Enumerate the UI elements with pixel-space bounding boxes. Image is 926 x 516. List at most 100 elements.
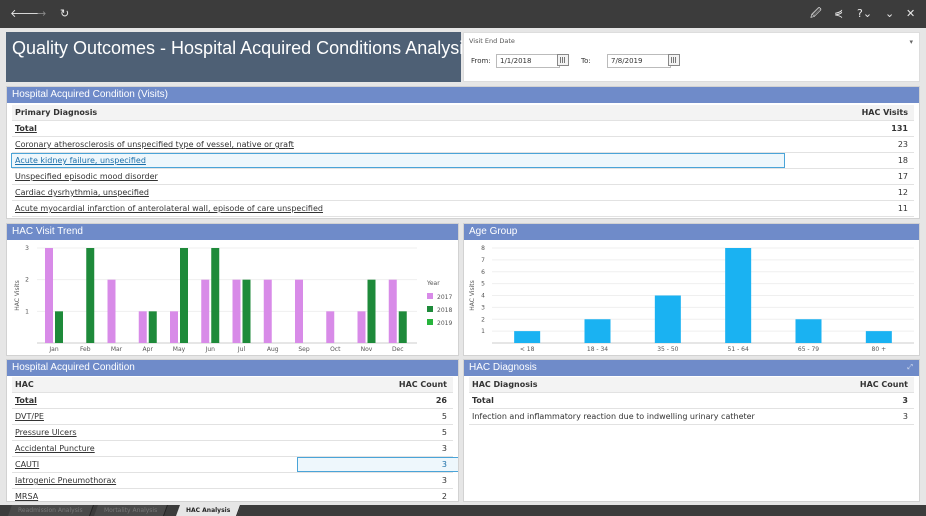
bar-2017 <box>232 279 241 343</box>
hac-link[interactable]: Iatrogenic Pneumothorax <box>15 473 116 488</box>
age-panel: Age Group 1 2 3 4 5 6 7 8 HAC Visits < 18 18 - 34 3… <box>463 223 920 356</box>
from-date-input[interactable] <box>496 54 560 68</box>
table-row[interactable]: Unspecified episodic mood disorder 17 <box>12 169 914 185</box>
total-row: Total 131 <box>12 121 914 137</box>
panel-header: HAC Diagnosis <box>464 360 919 376</box>
y-tick-label: 2 <box>25 277 29 284</box>
diagnosis-link[interactable]: Acute myocardial infarction of anterolat… <box>15 201 323 216</box>
col-hac-count: HAC Count <box>859 380 908 389</box>
tab-label: Mortality Analysis <box>104 507 158 514</box>
table-row[interactable]: Infection and inflammatory reaction due … <box>469 409 914 425</box>
bar-2017 <box>357 311 366 343</box>
col-hac: HAC <box>15 380 34 389</box>
y-tick-label: 5 <box>481 281 485 288</box>
panel-header: HAC Visit Trend <box>7 224 458 240</box>
arrow-right-icon[interactable]: → <box>37 7 46 21</box>
hac-count-value: 3 <box>441 476 447 485</box>
x-tick-label: Jul <box>237 346 246 353</box>
diagnosis-link[interactable]: Unspecified episodic mood disorder <box>15 169 158 184</box>
x-tick-label: 51 - 64 <box>728 346 749 353</box>
col-hac-diagnosis: HAC Diagnosis <box>472 380 538 389</box>
hac-panel: Hospital Acquired Condition HAC HAC Coun… <box>6 359 459 502</box>
calendar-icon[interactable] <box>668 54 680 66</box>
hac-link[interactable]: CAUTI <box>15 457 39 472</box>
hac-count-value: 5 <box>441 428 447 437</box>
col-hac-visits: HAC Visits <box>861 108 908 117</box>
x-tick-label: < 18 <box>520 346 535 353</box>
bar-2017 <box>263 279 272 343</box>
hac-link[interactable]: Pressure Ulcers <box>15 425 77 440</box>
bar-2017 <box>201 279 210 343</box>
y-tick-label: 3 <box>481 304 485 311</box>
calendar-icon[interactable] <box>557 54 569 66</box>
legend-label: 2018 <box>437 307 452 314</box>
expand-icon[interactable]: ⤢ <box>907 363 913 372</box>
bar-age <box>584 319 611 343</box>
bar-2017 <box>138 311 147 343</box>
share-icon[interactable]: ⋞ <box>834 7 843 21</box>
table-row[interactable]: Cardiac dysrhythmia, unspecified 12 <box>12 185 914 201</box>
table-row[interactable]: Acute kidney failure, unspecified 18 <box>12 153 914 169</box>
to-label: To: <box>581 57 591 65</box>
bar-2017 <box>326 311 335 343</box>
visits-value: 18 <box>897 156 908 165</box>
x-tick-label: 80 + <box>872 346 887 353</box>
diagnosis-label: Infection and inflammatory reaction due … <box>472 412 755 421</box>
from-label: From: <box>471 57 491 65</box>
collapse-icon[interactable]: ⌄ <box>885 7 894 21</box>
sheet-tab-bar: Readmission Analysis Mortality Analysis … <box>0 505 926 516</box>
total-row: Total 26 <box>12 393 453 409</box>
table-row[interactable]: DVT/PE 5 <box>12 409 453 425</box>
table-row[interactable]: CAUTI 3 <box>12 457 453 473</box>
x-tick-label: Apr <box>143 346 154 353</box>
close-icon[interactable]: ✕ <box>906 7 915 21</box>
table-row[interactable]: MRSA 2 <box>12 489 453 501</box>
legend-title: Year <box>426 280 440 287</box>
bar-2018 <box>180 248 188 343</box>
panel-header: Hospital Acquired Condition <box>7 360 458 376</box>
diagnosis-link[interactable]: Coronary atherosclerosis of unspecified … <box>15 137 294 152</box>
legend-swatch <box>427 293 433 299</box>
bar-age <box>654 295 681 343</box>
x-tick-label: Jan <box>48 346 58 353</box>
tab-mortality-analysis[interactable]: Mortality Analysis <box>93 505 169 516</box>
x-tick-label: May <box>173 346 186 353</box>
visits-value: 17 <box>897 172 908 181</box>
table-row[interactable]: Pressure Ulcers 5 <box>12 425 453 441</box>
edit-icon[interactable]: 🖉 <box>810 7 822 21</box>
trend-chart: 1 2 3 HAC Visits Jan Feb Mar Apr May Jun Jul Aug Sep… <box>14 245 452 353</box>
to-date-input[interactable] <box>607 54 671 68</box>
x-tick-label: Mar <box>111 346 123 353</box>
hac-link[interactable]: MRSA <box>15 489 38 501</box>
hac-link[interactable]: Accidental Puncture <box>15 441 95 456</box>
arrow-left-icon[interactable]: 🡐 <box>10 7 40 21</box>
table-row[interactable]: Accidental Puncture 3 <box>12 441 453 457</box>
refresh-icon[interactable]: ↻ <box>60 7 69 21</box>
table-row[interactable]: Coronary atherosclerosis of unspecified … <box>12 137 914 153</box>
tab-readmission-analysis[interactable]: Readmission Analysis <box>7 505 94 516</box>
help-icon[interactable]: ?⌄ <box>857 7 872 21</box>
table-row[interactable]: Acute myocardial infarction of anterolat… <box>12 201 914 217</box>
total-label: Total <box>15 124 37 133</box>
diagnosis-link[interactable]: Acute kidney failure, unspecified <box>15 153 146 168</box>
total-label: Total <box>15 396 37 405</box>
hac-count-value: 5 <box>441 412 447 421</box>
diagnosis-link[interactable]: Cardiac dysrhythmia, unspecified <box>15 185 149 200</box>
date-filter: Visit End Date ▾ From: To: <box>463 32 920 82</box>
visits-value: 23 <box>897 140 908 149</box>
table-header: Primary Diagnosis HAC Visits <box>12 105 914 121</box>
bar-2018 <box>86 248 95 343</box>
total-value: 3 <box>902 396 908 405</box>
bar-2018 <box>55 311 63 343</box>
chevron-down-icon[interactable]: ▾ <box>909 38 913 46</box>
bar-2017 <box>295 279 303 343</box>
tab-hac-analysis[interactable]: HAC Analysis <box>175 505 242 516</box>
x-tick-label: Sep <box>298 346 310 353</box>
tab-label: HAC Analysis <box>186 507 231 514</box>
legend-label: 2019 <box>437 320 452 327</box>
hac-link[interactable]: DVT/PE <box>15 409 44 424</box>
table-row[interactable]: Iatrogenic Pneumothorax 3 <box>12 473 453 489</box>
visits-value: 12 <box>897 188 908 197</box>
y-tick-label: 1 <box>25 308 29 315</box>
visits-panel: Hospital Acquired Condition (Visits) Pri… <box>6 86 920 219</box>
